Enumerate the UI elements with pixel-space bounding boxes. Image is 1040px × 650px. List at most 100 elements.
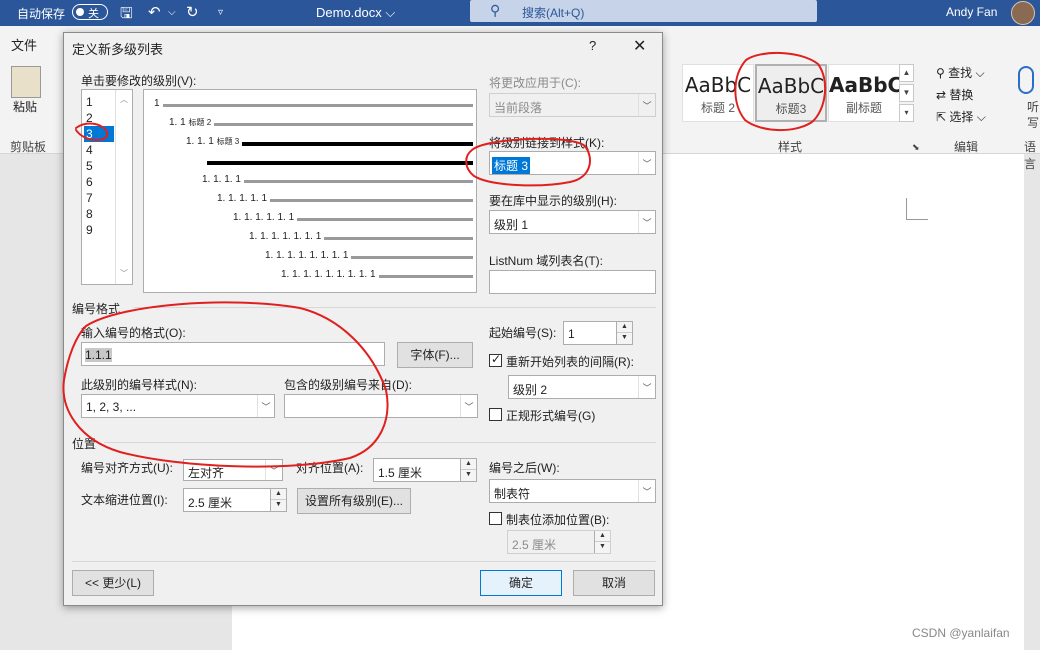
save-icon[interactable]: 🖫 <box>120 3 133 28</box>
tab-stop-checkbox[interactable] <box>489 512 502 525</box>
dictate-label[interactable]: 听 <box>1027 98 1039 115</box>
ok-button[interactable]: 确定 <box>480 570 562 596</box>
indent-label: 文本缩进位置(I): <box>81 493 168 507</box>
chevron-down-icon[interactable]: ﹀ <box>265 460 282 480</box>
level-list[interactable]: 1 2 3 4 5 6 7 8 9 ︿ ﹀ <box>81 89 133 285</box>
preview-number: 1. 1 标题 2 <box>169 117 212 128</box>
include-from-combo[interactable]: ﹀ <box>284 394 478 418</box>
select-button[interactable]: ⇱ 选择 ⌵ <box>936 108 986 125</box>
restart-level-combo[interactable]: 级别 2 ﹀ <box>508 375 656 399</box>
find-button[interactable]: ⚲ 查找 ⌵ <box>936 64 985 81</box>
level-item[interactable]: 9 <box>84 222 114 238</box>
legal-style-checkbox[interactable] <box>489 408 502 421</box>
restart-checkbox[interactable]: ✓ <box>489 352 502 367</box>
replace-button[interactable]: ⇄ 替换 <box>936 86 973 103</box>
style-heading-2[interactable]: AaBbC 标题 2 <box>682 64 754 122</box>
level-list-scrollbar[interactable]: ︿ ﹀ <box>115 90 132 284</box>
close-icon[interactable]: ✕ <box>633 36 646 56</box>
number-format-input[interactable]: 1.1.1 <box>81 342 385 366</box>
styles-scroll-down[interactable]: ▼ <box>899 84 914 102</box>
level-item[interactable]: 1 <box>84 94 114 110</box>
autosave-toggle[interactable]: 关 <box>72 4 108 20</box>
styles-launcher-icon[interactable]: ⬊ <box>912 142 920 153</box>
legal-style-label: 正规形式编号(G) <box>506 409 596 423</box>
spinner-buttons[interactable]: ▲ ▼ <box>270 489 286 511</box>
undo-icon[interactable]: ↶ <box>148 3 161 21</box>
paste-icon[interactable] <box>11 66 41 98</box>
number-format-section: 编号格式 <box>72 302 121 316</box>
level-item[interactable]: 7 <box>84 190 114 206</box>
select-icon: ⇱ <box>936 110 950 124</box>
user-name[interactable]: Andy Fan <box>946 5 997 19</box>
number-style-combo[interactable]: 1, 2, 3, ... ﹀ <box>81 394 275 418</box>
level-item-selected[interactable]: 3 <box>84 126 114 142</box>
style-sample: AaBbC <box>757 74 825 98</box>
preview-line <box>162 104 473 107</box>
preview-row: 1. 1 标题 2 <box>144 117 478 131</box>
apply-to-label: 将更改应用于(C): <box>489 76 581 90</box>
dictate-label-2[interactable]: 写 <box>1027 114 1039 131</box>
level-item[interactable]: 4 <box>84 142 114 158</box>
start-at-label: 起始编号(S): <box>489 326 557 340</box>
level-item[interactable]: 8 <box>84 206 114 222</box>
scroll-up-icon[interactable]: ︿ <box>120 94 128 105</box>
spin-up-icon[interactable]: ▲ <box>271 489 286 500</box>
undo-dropdown-icon[interactable]: ⌵ <box>168 7 176 18</box>
help-button[interactable]: ? <box>589 38 596 53</box>
microphone-icon[interactable] <box>1018 66 1034 94</box>
chevron-down-icon[interactable]: ﹀ <box>638 376 655 398</box>
preview-number: 1. 1. 1. 1. 1 <box>217 193 268 204</box>
spin-up-icon: ▲ <box>595 531 610 542</box>
spin-down-icon[interactable]: ▼ <box>461 470 476 481</box>
spin-up-icon[interactable]: ▲ <box>617 322 632 333</box>
chevron-down-icon[interactable]: ﹀ <box>257 395 274 417</box>
replace-icon: ⇄ <box>936 88 950 102</box>
voice-group-label: 语言 <box>1024 140 1037 171</box>
cancel-button[interactable]: 取消 <box>573 570 655 596</box>
listnum-input[interactable] <box>489 270 656 294</box>
level-item[interactable]: 6 <box>84 174 114 190</box>
scroll-down-icon[interactable]: ﹀ <box>120 268 128 279</box>
preview-number: 1. 1. 1. 1. 1. 1. 1. 1. 1 <box>281 269 376 280</box>
chevron-down-icon[interactable]: ﹀ <box>638 211 655 233</box>
paste-label[interactable]: 粘贴 <box>13 98 37 115</box>
less-button[interactable]: << 更少(L) <box>72 570 154 596</box>
set-all-levels-button[interactable]: 设置所有级别(E)... <box>297 488 411 514</box>
chevron-down-icon[interactable]: ﹀ <box>638 480 655 502</box>
indent-spinner[interactable]: 2.5 厘米 ▲ ▼ <box>183 488 287 512</box>
spin-up-icon[interactable]: ▲ <box>461 459 476 470</box>
alignment-combo[interactable]: 左对齐 ﹀ <box>183 459 283 481</box>
style-heading-3[interactable]: AaBbC 标题3 <box>755 64 827 122</box>
avatar[interactable] <box>1011 1 1035 25</box>
style-subtitle[interactable]: AaBbC 副标题 <box>828 64 902 122</box>
level-item[interactable]: 5 <box>84 158 114 174</box>
start-at-spinner[interactable]: 1 ▲ ▼ <box>563 321 633 345</box>
preview-row: 1. 1. 1. 1. 1. 1. 1 <box>144 231 478 245</box>
spinner-buttons[interactable]: ▲ ▼ <box>460 459 476 481</box>
spin-down-icon[interactable]: ▼ <box>617 333 632 344</box>
customize-toolbar-icon[interactable]: ▿ <box>218 7 223 18</box>
document-name[interactable]: Demo.docx ⌵ <box>316 5 395 21</box>
preview-line <box>351 256 473 259</box>
spinner-buttons[interactable]: ▲ ▼ <box>616 322 632 344</box>
spin-down-icon[interactable]: ▼ <box>271 500 286 511</box>
clipboard-group-label: 剪贴板 <box>10 140 47 154</box>
gallery-level-combo[interactable]: 级别 1 ﹀ <box>489 210 656 234</box>
font-button[interactable]: 字体(F)... <box>397 342 473 368</box>
chevron-down-icon[interactable]: ﹀ <box>638 152 655 174</box>
section-divider <box>72 561 656 562</box>
link-style-combo[interactable]: 标题 3 ﹀ <box>489 151 656 175</box>
redo-icon[interactable]: ↻ <box>186 3 199 21</box>
tab-file[interactable]: 文件 <box>11 35 37 54</box>
aligned-at-spinner[interactable]: 1.5 厘米 ▲ ▼ <box>373 458 477 482</box>
margin-corner-mark <box>906 219 928 220</box>
follow-number-combo[interactable]: 制表符 ﹀ <box>489 479 656 503</box>
link-style-label: 将级别链接到样式(K): <box>489 136 605 150</box>
search-box[interactable]: ⚲ 搜索(Alt+Q) <box>470 0 817 22</box>
level-item[interactable]: 2 <box>84 110 114 126</box>
styles-scroll-up[interactable]: ▲ <box>899 64 914 82</box>
style-sample: AaBbC <box>684 73 752 97</box>
number-style-label: 此级别的编号样式(N): <box>81 378 197 392</box>
styles-more[interactable]: ▾ <box>899 104 914 122</box>
chevron-down-icon[interactable]: ﹀ <box>460 395 477 417</box>
